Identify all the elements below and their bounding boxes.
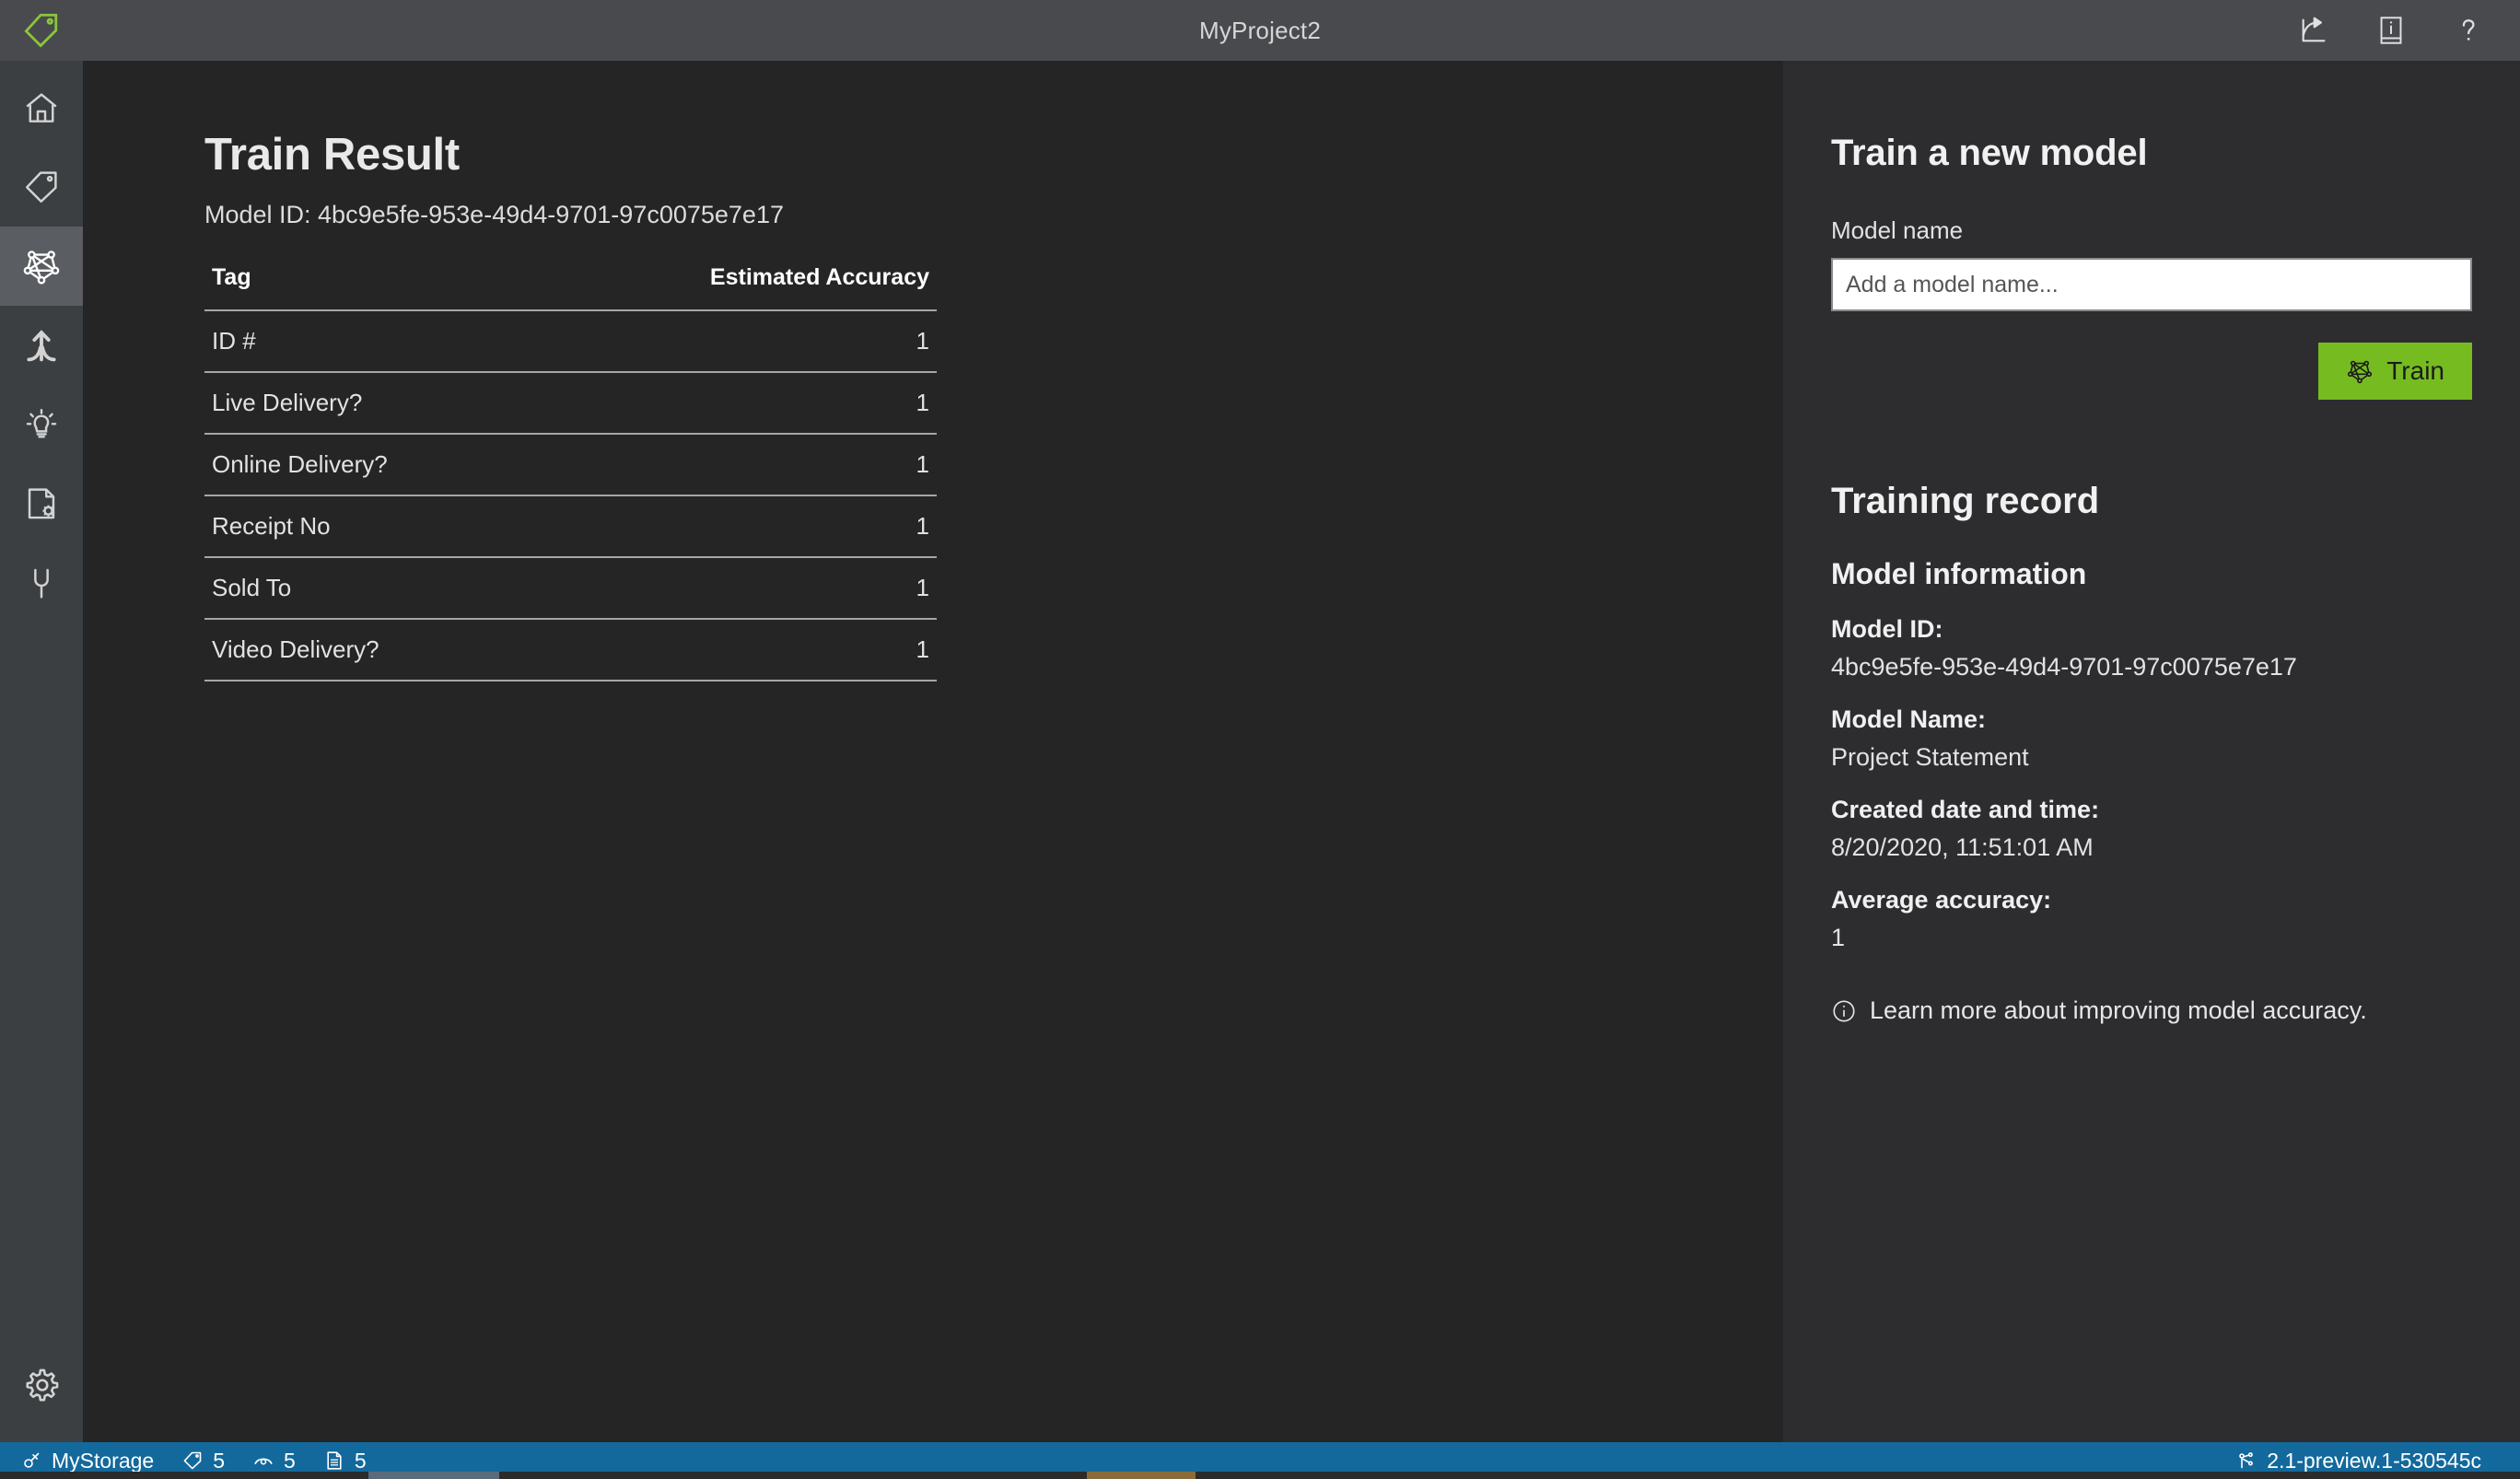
left-sidebar <box>0 61 83 1442</box>
table-row: Online Delivery? 1 <box>204 434 937 496</box>
model-name-input[interactable] <box>1831 258 2472 311</box>
model-id-line: Model ID: 4bc9e5fe-953e-49d4-9701-97c007… <box>204 201 784 228</box>
status-view-count-label: 5 <box>284 1448 296 1473</box>
field-value-average-accuracy: 1 <box>1831 924 1846 951</box>
window-title: MyProject2 <box>1198 16 1322 44</box>
app-logo <box>0 0 83 61</box>
model-network-icon <box>21 246 62 286</box>
lightbulb-icon <box>22 405 61 444</box>
taskbar-item-2[interactable] <box>1087 1472 1196 1479</box>
help-icon <box>2453 15 2484 46</box>
right-panel: Train a new model Model name Add a model… <box>1783 61 2520 1442</box>
share-button[interactable] <box>2295 12 2332 49</box>
column-header-accuracy: Estimated Accuracy <box>525 264 937 311</box>
share-icon <box>2298 15 2329 46</box>
cell-tag: ID # <box>204 310 526 373</box>
page-title: Train Result <box>204 130 460 180</box>
status-version[interactable]: 2.1-preview.1-530545c <box>2235 1449 2481 1473</box>
status-view-count[interactable]: 5 <box>252 1449 296 1473</box>
status-tag-count-label: 5 <box>213 1448 226 1473</box>
plug-icon <box>22 564 61 602</box>
sidebar-item-predict[interactable] <box>0 385 83 464</box>
train-button-label: Train <box>2386 356 2444 385</box>
main-content: Train Result Model ID: 4bc9e5fe-953e-49d… <box>83 61 1783 1442</box>
table-row: Live Delivery? 1 <box>204 372 937 435</box>
sidebar-item-connections[interactable] <box>0 543 83 623</box>
learn-more-link[interactable]: Learn more about improving model accurac… <box>1831 996 2472 1025</box>
gear-icon <box>21 1366 62 1406</box>
status-storage-label: MyStorage <box>52 1448 155 1473</box>
info-button[interactable] <box>2373 12 2409 49</box>
field-key-created-date: Created date and time: <box>1831 796 2100 823</box>
model-network-icon <box>2346 357 2374 385</box>
taskbar-item-1[interactable] <box>368 1472 499 1479</box>
sidebar-item-document-settings[interactable] <box>0 464 83 543</box>
info-book-icon <box>2376 15 2406 46</box>
field-key-model-name: Model Name: <box>1831 705 1987 733</box>
app-window: MyProject2 Train Result Model ID: 4bc9e5… <box>0 0 2520 1479</box>
branch-icon <box>2235 1450 2258 1472</box>
status-storage[interactable]: MyStorage <box>20 1449 154 1473</box>
table-row: Receipt No 1 <box>204 495 937 558</box>
table-row: Video Delivery? 1 <box>204 619 937 681</box>
window-body: Train Result Model ID: 4bc9e5fe-953e-49d… <box>0 61 2520 1442</box>
cell-accuracy: 1 <box>525 619 937 681</box>
status-tag-count[interactable]: 5 <box>181 1449 225 1473</box>
help-button[interactable] <box>2450 12 2487 49</box>
home-icon <box>22 88 61 127</box>
cell-accuracy: 1 <box>525 372 937 435</box>
table-body: ID # 1 Live Delivery? 1 Online Delivery?… <box>204 310 937 681</box>
table-header-row: Tag Estimated Accuracy <box>204 264 937 311</box>
train-button-row: Train <box>1831 343 2472 400</box>
sidebar-item-home[interactable] <box>0 68 83 147</box>
field-key-average-accuracy: Average accuracy: <box>1831 886 2052 914</box>
cell-tag: Video Delivery? <box>204 619 526 681</box>
cell-tag: Online Delivery? <box>204 434 526 496</box>
learn-more-text: Learn more about improving model accurac… <box>1870 996 2367 1024</box>
plug-icon <box>20 1450 42 1472</box>
table-row: Sold To 1 <box>204 557 937 620</box>
cell-tag: Receipt No <box>204 495 526 558</box>
title-bar: MyProject2 <box>0 0 2520 61</box>
cell-tag: Sold To <box>204 557 526 620</box>
field-key-model-id: Model ID: <box>1831 615 1943 643</box>
info-circle-icon <box>1831 998 1857 1024</box>
sidebar-item-compose[interactable] <box>0 306 83 385</box>
eye-icon <box>252 1450 274 1472</box>
tag-logo-icon <box>22 11 61 50</box>
cell-accuracy: 1 <box>525 557 937 620</box>
os-taskbar-strip <box>0 1472 2520 1479</box>
table-head: Tag Estimated Accuracy <box>204 264 937 311</box>
merge-branch-icon <box>22 326 61 365</box>
sidebar-item-settings[interactable] <box>0 1346 83 1426</box>
field-value-created-date: 8/20/2020, 11:51:01 AM <box>1831 833 2094 861</box>
model-name-label: Model name <box>1831 216 1964 244</box>
field-value-model-name: Project Statement <box>1831 743 2029 771</box>
document-settings-icon <box>22 484 61 523</box>
cell-accuracy: 1 <box>525 495 937 558</box>
tag-icon <box>181 1450 204 1472</box>
column-header-tag: Tag <box>204 264 526 311</box>
tag-icon <box>22 168 61 206</box>
sidebar-item-tag[interactable] <box>0 147 83 227</box>
status-version-label: 2.1-preview.1-530545c <box>2267 1448 2481 1473</box>
train-new-model-heading: Train a new model <box>1831 133 2148 173</box>
training-record-heading: Training record <box>1831 481 2100 521</box>
table-row: ID # 1 <box>204 310 937 373</box>
cell-tag: Live Delivery? <box>204 372 526 435</box>
status-document-count-label: 5 <box>354 1448 367 1473</box>
train-button[interactable]: Train <box>2318 343 2472 400</box>
model-information-heading: Model information <box>1831 557 2087 590</box>
sidebar-item-train[interactable] <box>0 227 83 306</box>
cell-accuracy: 1 <box>525 434 937 496</box>
field-value-model-id: 4bc9e5fe-953e-49d4-9701-97c0075e7e17 <box>1831 653 2297 681</box>
train-result-table: Tag Estimated Accuracy ID # 1 Live Deliv… <box>204 264 937 681</box>
title-bar-actions <box>2295 12 2520 49</box>
cell-accuracy: 1 <box>525 310 937 373</box>
status-document-count[interactable]: 5 <box>323 1449 367 1473</box>
document-icon <box>323 1450 345 1472</box>
